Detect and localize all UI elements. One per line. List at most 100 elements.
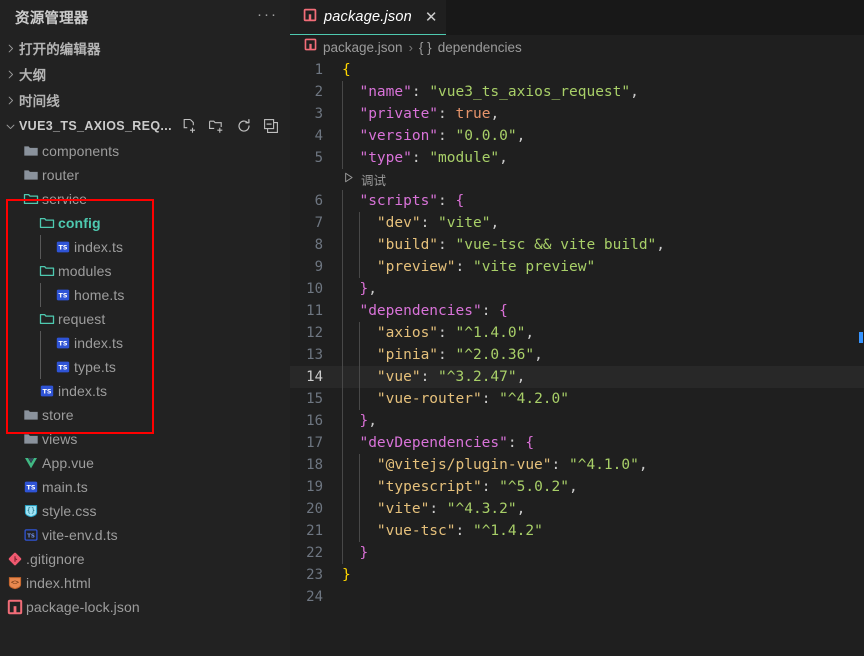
breadcrumb-symbol[interactable]: dependencies: [438, 40, 522, 55]
folder-open-icon: [36, 311, 58, 327]
breadcrumb-file[interactable]: package.json: [323, 40, 403, 55]
tree-file-index-html[interactable]: <> index.html: [0, 571, 290, 595]
tree-folder-service[interactable]: service: [0, 187, 290, 211]
collapse-all-icon[interactable]: [263, 118, 279, 134]
code-line[interactable]: 17 "devDependencies": {: [290, 432, 864, 454]
tree-folder-request[interactable]: request: [0, 307, 290, 331]
tree-item-label: type.ts: [74, 359, 116, 375]
code-text: "private": true,: [359, 106, 500, 122]
code-text: "typescript": "^5.0.2",: [376, 479, 578, 495]
code-line[interactable]: 14 "vue": "^3.2.47",: [290, 366, 864, 388]
code-line[interactable]: 21 "vue-tsc": "^1.4.2": [290, 520, 864, 542]
code-line[interactable]: 1{: [290, 59, 864, 81]
tree-folder-modules[interactable]: modules: [0, 259, 290, 283]
codelens-debug-action[interactable]: 调试: [342, 170, 386, 189]
code-line[interactable]: 9 "preview": "vite preview": [290, 256, 864, 278]
tree-folder-components[interactable]: components: [0, 139, 290, 163]
explorer-more-actions-button[interactable]: ···: [257, 7, 278, 25]
code-line[interactable]: 19 "typescript": "^5.0.2",: [290, 476, 864, 498]
code-indent-guide: [342, 190, 343, 564]
explorer-toolbar: [181, 118, 290, 134]
tree-folder-config[interactable]: config: [0, 211, 290, 235]
code-text: "axios": "^1.4.0",: [376, 325, 535, 341]
code-text: "vue-router": "^4.2.0": [376, 391, 569, 407]
line-number: 4: [314, 128, 323, 144]
tree-file-package-lock-json[interactable]: package-lock.json: [0, 595, 290, 619]
code-line[interactable]: 5 "type": "module",: [290, 147, 864, 169]
line-number: 11: [306, 303, 323, 319]
code-line[interactable]: 4 "version": "0.0.0",: [290, 125, 864, 147]
svg-text:TS: TS: [59, 291, 68, 299]
code-editor[interactable]: 1{2 "name": "vue3_ts_axios_request", 3 "p…: [290, 59, 864, 656]
tree-item-label: App.vue: [42, 455, 95, 471]
git-icon: [4, 551, 26, 567]
explorer-section-outline[interactable]: 大纲: [0, 61, 290, 87]
svg-text:TS: TS: [43, 387, 52, 395]
codelens-label: 调试: [361, 174, 387, 188]
tree-item-label: request: [58, 311, 106, 327]
code-indent-guide: [359, 454, 361, 542]
explorer-section-timeline[interactable]: 时间线: [0, 87, 290, 113]
code-line[interactable]: 8 "build": "vue-tsc && vite build",: [290, 234, 864, 256]
line-number: 20: [306, 501, 323, 517]
tree-item-label: store: [42, 407, 74, 423]
code-line[interactable]: 11 "dependencies": {: [290, 300, 864, 322]
code-line[interactable]: 2 "name": "vue3_ts_axios_request",: [290, 81, 864, 103]
code-line[interactable]: 12 "axios": "^1.4.0",: [290, 322, 864, 344]
explorer-title-row: 资源管理器 ···: [0, 0, 290, 35]
close-icon[interactable]: ✕: [425, 10, 438, 25]
code-line[interactable]: 15 "vue-router": "^4.2.0": [290, 388, 864, 410]
svg-text:TS: TS: [27, 533, 35, 539]
tree-file-style-css[interactable]: {} style.css: [0, 499, 290, 523]
new-folder-icon[interactable]: [208, 118, 225, 134]
code-line[interactable]: 24: [290, 586, 864, 608]
tree-file-main-ts[interactable]: TS main.ts: [0, 475, 290, 499]
tab-label: package.json: [324, 9, 412, 25]
tree-indent-guide: [40, 355, 41, 379]
code-text: {: [342, 62, 351, 78]
code-line[interactable]: 16 },: [290, 410, 864, 432]
line-number: 15: [306, 391, 323, 407]
refresh-icon[interactable]: [236, 118, 252, 134]
tree-item-label: modules: [58, 263, 112, 279]
tree-file-app-vue[interactable]: App.vue: [0, 451, 290, 475]
new-file-icon[interactable]: [181, 118, 197, 134]
code-line[interactable]: 6 "scripts": {: [290, 190, 864, 212]
explorer-section-label: 大纲: [19, 68, 47, 83]
tab-package-json[interactable]: package.json ✕: [290, 0, 447, 35]
tree-folder-router[interactable]: router: [0, 163, 290, 187]
line-number: 9: [314, 259, 323, 275]
code-line[interactable]: 20 "vite": "^4.3.2",: [290, 498, 864, 520]
code-line[interactable]: 10 },: [290, 278, 864, 300]
tree-folder-store[interactable]: store: [0, 403, 290, 427]
run-triangle-icon: [342, 171, 355, 188]
breadcrumb-symbol-icon: { }: [418, 39, 432, 55]
code-line[interactable]: 3 "private": true,: [290, 103, 864, 125]
minimap-marker[interactable]: [859, 332, 863, 343]
tree-file--gitignore[interactable]: .gitignore: [0, 547, 290, 571]
codelens-row: 调试: [290, 169, 864, 190]
code-line[interactable]: 7 "dev": "vite",: [290, 212, 864, 234]
typescript-icon: TS: [52, 239, 74, 255]
line-number: 19: [306, 479, 323, 495]
tree-folder-views[interactable]: views: [0, 427, 290, 451]
tree-file-home-ts[interactable]: TS home.ts: [0, 283, 290, 307]
tree-file-vite-env-d-ts[interactable]: TS vite-env.d.ts: [0, 523, 290, 547]
tree-file-index-ts[interactable]: TS index.ts: [0, 379, 290, 403]
line-number: 5: [314, 150, 323, 166]
breadcrumb-separator: ›: [408, 39, 413, 55]
tree-file-type-ts[interactable]: TS type.ts: [0, 355, 290, 379]
code-line[interactable]: 23}: [290, 564, 864, 586]
line-number: 2: [314, 84, 323, 100]
explorer-section-open-editors[interactable]: 打开的编辑器: [0, 35, 290, 61]
code-text: "dependencies": {: [359, 303, 508, 319]
tree-file-index-ts[interactable]: TS index.ts: [0, 331, 290, 355]
code-line[interactable]: 18 "@vitejs/plugin-vue": "^4.1.0",: [290, 454, 864, 476]
code-line[interactable]: 13 "pinia": "^2.0.36",: [290, 344, 864, 366]
folder-closed-icon: [20, 431, 42, 447]
explorer-project-root[interactable]: VUE3_TS_AXIOS_REQ...: [0, 113, 290, 139]
tree-file-index-ts[interactable]: TS index.ts: [0, 235, 290, 259]
line-number: 1: [314, 62, 323, 78]
code-line[interactable]: 22 }: [290, 542, 864, 564]
svg-text:TS: TS: [59, 243, 68, 251]
